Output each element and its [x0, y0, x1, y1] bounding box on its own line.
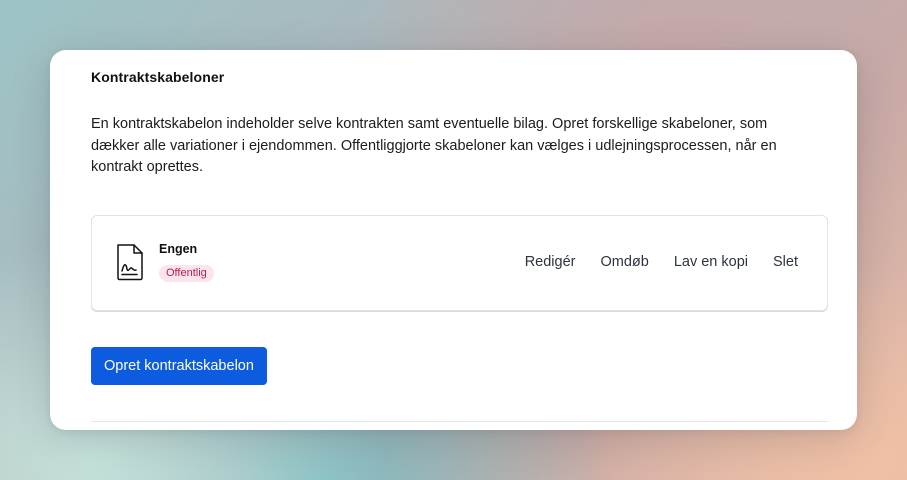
- template-actions: Redigér Omdøb Lav en kopi Slet: [500, 254, 798, 270]
- create-template-button[interactable]: Opret kontraktskabelon: [91, 347, 267, 385]
- divider: [91, 421, 828, 422]
- section-title: Kontraktskabeloner: [91, 69, 225, 85]
- template-name: Engen: [159, 242, 198, 256]
- edit-button[interactable]: Redigér: [525, 254, 576, 270]
- status-badge: Offentlig: [159, 265, 214, 282]
- delete-button[interactable]: Slet: [773, 254, 798, 270]
- rename-button[interactable]: Omdøb: [600, 254, 648, 270]
- template-row: Engen Offentlig Redigér Omdøb Lav en kop…: [91, 215, 828, 311]
- contract-templates-card: Kontraktskabeloner En kontraktskabelon i…: [50, 50, 857, 430]
- section-description: En kontraktskabelon indeholder selve kon…: [91, 116, 777, 175]
- copy-button[interactable]: Lav en kopi: [674, 254, 748, 270]
- contract-document-icon: [115, 243, 145, 281]
